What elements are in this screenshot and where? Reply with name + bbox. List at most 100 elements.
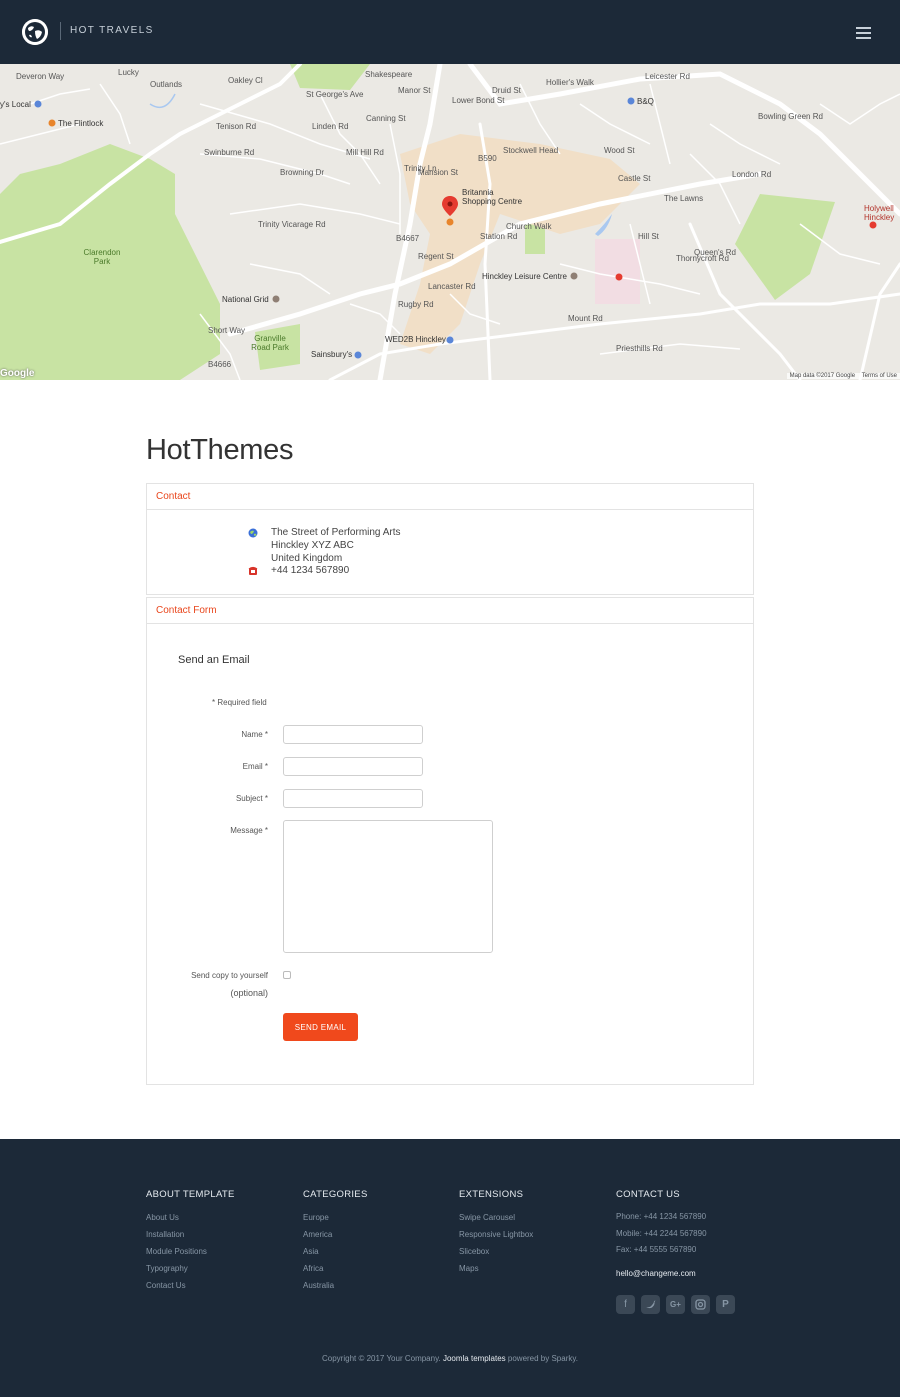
- map-road-label: Manor St: [398, 86, 431, 95]
- hamburger-icon[interactable]: [854, 24, 876, 40]
- map-road-label: Mount Rd: [568, 314, 603, 323]
- map-road-label: Hollier's Walk: [546, 78, 594, 87]
- pinterest-icon[interactable]: P: [716, 1295, 735, 1314]
- footer-email[interactable]: hello@changeme.com: [616, 1269, 707, 1278]
- map-poi[interactable]: National Grid: [222, 295, 269, 304]
- footer-link[interactable]: America: [303, 1226, 368, 1243]
- map-data-text: Map data ©2017 Google: [789, 373, 856, 379]
- map-road-label: Bowling Green Rd: [758, 112, 823, 121]
- map-road-label: Oakley Cl: [228, 76, 263, 85]
- message-field[interactable]: [283, 820, 493, 953]
- form-title: Send an Email: [178, 654, 250, 666]
- map-poi[interactable]: B&Q: [637, 97, 654, 106]
- address-line: The Street of Performing Arts: [271, 527, 401, 538]
- send-copy-checkbox[interactable]: [283, 971, 291, 979]
- footer-mobile: Mobile: +44 2244 567890: [616, 1228, 707, 1238]
- joomla-templates-link[interactable]: Joomla templates: [443, 1354, 506, 1363]
- address-icon: [248, 528, 258, 538]
- footer-link[interactable]: Slicebox: [459, 1243, 533, 1260]
- subject-field[interactable]: [283, 789, 423, 808]
- map-poi[interactable]: Holywell Hinckley: [864, 204, 900, 222]
- map-road-label: St George's Ave: [306, 90, 364, 99]
- footer-fax: Fax: +44 5555 567890: [616, 1245, 697, 1254]
- map-road-label: Deveron Way: [16, 72, 65, 81]
- twitter-icon[interactable]: [641, 1295, 660, 1314]
- map-road-label: Rugby Rd: [398, 300, 434, 309]
- map-park-label: Granville Road Park: [251, 334, 289, 352]
- map-terms-link[interactable]: Terms of Use: [862, 373, 897, 379]
- map-road-label: Trinity Vicarage Rd: [258, 220, 326, 229]
- required-field-note: * Required field: [212, 698, 267, 707]
- map-poi[interactable]: Hinckley Leisure Centre: [482, 272, 567, 281]
- map-poi[interactable]: y's Local: [0, 100, 31, 109]
- send-copy-label: Send copy to yourself: [191, 971, 268, 980]
- map-road-label: Outlands: [150, 80, 183, 89]
- footer-link[interactable]: Responsive Lightbox: [459, 1226, 533, 1243]
- map-road-label: Stockwell Head: [503, 146, 559, 155]
- google-logo[interactable]: Google: [0, 368, 34, 379]
- map-poi[interactable]: Britannia Shopping Centre: [462, 188, 527, 206]
- footer-about-column: ABOUT TEMPLATE About Us Installation Mod…: [146, 1189, 235, 1294]
- contact-form-panel-heading[interactable]: Contact Form: [147, 598, 753, 624]
- footer-categories-column: CATEGORIES Europe America Asia Africa Au…: [303, 1189, 368, 1294]
- map-poi[interactable]: WED2B Hinckley: [385, 335, 446, 344]
- map-road-label: The Lawns: [664, 194, 704, 203]
- footer-link[interactable]: Australia: [303, 1277, 368, 1294]
- map-road-label: Canning St: [366, 114, 406, 123]
- email-label: Email *: [242, 762, 268, 771]
- send-copy-optional: (optional): [230, 988, 268, 998]
- map-road-label: Station Rd: [480, 232, 518, 241]
- brand-name[interactable]: HOT TRAVELS: [70, 25, 154, 36]
- powered-by-text: powered by Sparky.: [507, 1354, 578, 1363]
- map-park-label: Clarendon Park: [83, 248, 121, 266]
- footer-link[interactable]: Swipe Carousel: [459, 1209, 533, 1226]
- map-attribution: Map data ©2017 Google Terms of Use: [786, 373, 900, 379]
- map-road-label: Browning Dr: [280, 168, 325, 177]
- page-title: HotThemes: [146, 434, 294, 466]
- email-field[interactable]: [283, 757, 423, 776]
- footer-column-title: ABOUT TEMPLATE: [146, 1189, 235, 1200]
- footer-link[interactable]: Asia: [303, 1243, 368, 1260]
- instagram-icon[interactable]: [691, 1295, 710, 1314]
- google-plus-icon[interactable]: G+: [666, 1295, 685, 1314]
- footer-link[interactable]: Contact Us: [146, 1277, 235, 1294]
- footer-contact-column: CONTACT US Phone: +44 1234 567890 Mobile…: [616, 1189, 707, 1278]
- map-poi[interactable]: The Flintlock: [58, 119, 103, 128]
- footer-link[interactable]: Module Positions: [146, 1243, 235, 1260]
- map-road-label: Shakespeare: [365, 70, 413, 79]
- footer-link[interactable]: Europe: [303, 1209, 368, 1226]
- map-road-label: Wood St: [604, 146, 635, 155]
- map-road-label: B4666: [208, 360, 232, 369]
- message-label: Message *: [230, 826, 268, 835]
- map-road-label: Druid St: [492, 86, 521, 95]
- footer-extensions-column: EXTENSIONS Swipe Carousel Responsive Lig…: [459, 1189, 533, 1277]
- name-label: Name *: [241, 730, 268, 739]
- footer-link[interactable]: Typography: [146, 1260, 235, 1277]
- map-road-label: Lancaster Rd: [428, 282, 476, 291]
- contact-panel-heading[interactable]: Contact: [147, 484, 753, 510]
- map[interactable]: y's Local The Flintlock Britannia Shoppi…: [0, 64, 900, 380]
- phone-icon: [248, 566, 258, 575]
- contact-panel: Contact The Street of Performing Arts Hi…: [146, 483, 754, 595]
- copyright: Copyright © 2017 Your Company. Joomla te…: [0, 1354, 900, 1363]
- facebook-icon[interactable]: f: [616, 1295, 635, 1314]
- map-poi[interactable]: Sainsbury's: [311, 350, 352, 359]
- footer-link[interactable]: Maps: [459, 1260, 533, 1277]
- map-road-label: B590: [478, 154, 497, 163]
- logo-separator: [60, 22, 61, 40]
- phone-number[interactable]: +44 1234 567890: [271, 565, 349, 576]
- map-road-label: Swinburne Rd: [204, 148, 255, 157]
- site-header: HOT TRAVELS: [0, 0, 900, 64]
- send-email-button[interactable]: SEND EMAIL: [283, 1013, 358, 1041]
- footer-phone: Phone: +44 1234 567890: [616, 1212, 707, 1221]
- map-road-label: Lower Bond St: [452, 96, 505, 105]
- name-field[interactable]: [283, 725, 423, 744]
- globe-icon[interactable]: [22, 19, 48, 45]
- map-road-label: Short Way: [208, 326, 246, 335]
- map-road-label: Castle St: [618, 174, 651, 183]
- footer-link[interactable]: About Us: [146, 1209, 235, 1226]
- contact-form-panel: Contact Form Send an Email * Required fi…: [146, 597, 754, 1085]
- subject-label: Subject *: [235, 794, 268, 803]
- footer-link[interactable]: Installation: [146, 1226, 235, 1243]
- footer-link[interactable]: Africa: [303, 1260, 368, 1277]
